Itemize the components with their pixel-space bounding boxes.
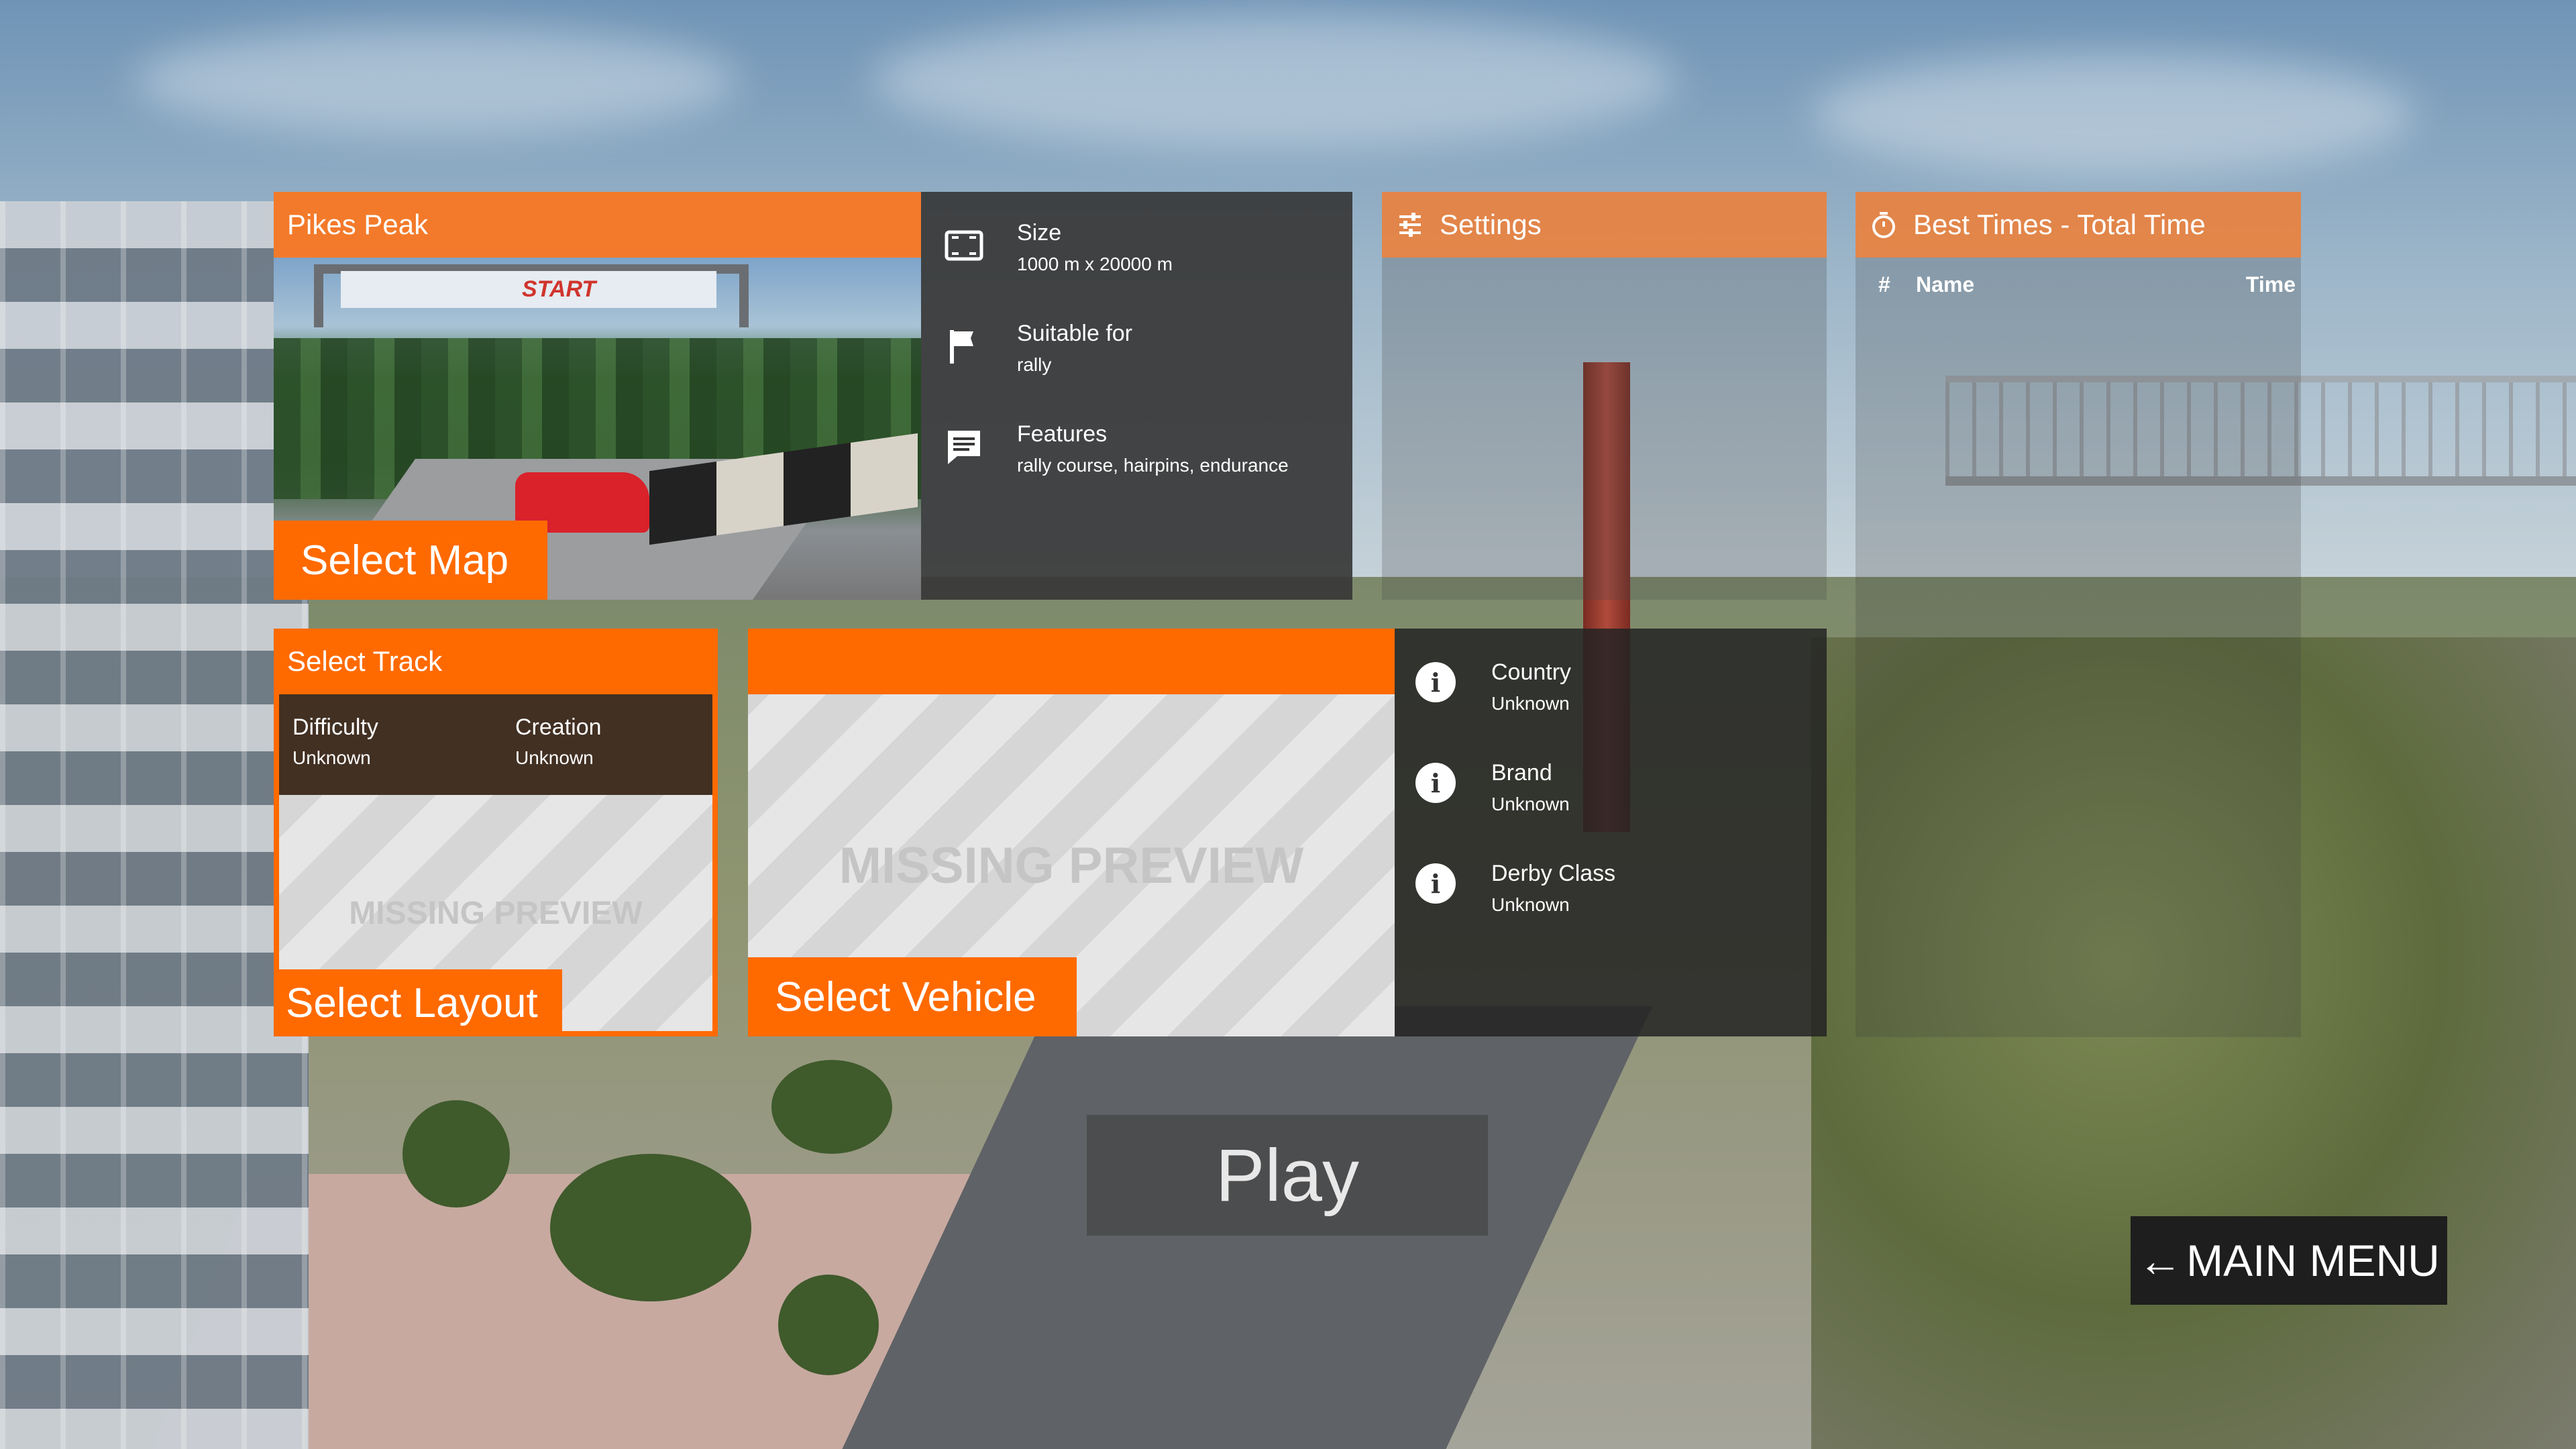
cloud xyxy=(872,13,1677,148)
info-icon: i xyxy=(1415,763,1456,803)
size-icon xyxy=(945,230,983,261)
settings-title: Settings xyxy=(1440,209,1542,240)
stopwatch-icon xyxy=(1869,210,1898,239)
creation-value: Unknown xyxy=(515,747,594,768)
size-row: Size 1000 m x 20000 m xyxy=(921,192,1352,292)
settings-panel[interactable]: Settings xyxy=(1382,192,1827,600)
settings-header[interactable]: Settings xyxy=(1382,192,1827,258)
select-layout-button[interactable]: Select Layout xyxy=(274,969,562,1036)
info-icon: i xyxy=(1415,863,1456,904)
country-label: Country xyxy=(1491,659,1572,685)
tree xyxy=(778,1275,879,1375)
tree xyxy=(550,1154,751,1301)
country-value: Unknown xyxy=(1491,693,1570,714)
map-title-bar: Pikes Peak xyxy=(274,192,921,258)
difficulty-label: Difficulty xyxy=(292,714,378,740)
info-icon: i xyxy=(1415,662,1456,702)
best-times-panel: Best Times - Total Time # Name Time xyxy=(1856,192,2301,1037)
column-name: Name xyxy=(1916,272,1975,297)
building-windows xyxy=(0,201,309,1449)
cloud xyxy=(134,27,738,134)
difficulty-field: Difficulty Unknown xyxy=(292,714,378,769)
track-meta: Difficulty Unknown Creation Unknown xyxy=(279,694,712,795)
best-times-table-header: # Name Time xyxy=(1856,266,2301,306)
cloud xyxy=(1811,54,2415,174)
play-button[interactable]: Play xyxy=(1087,1115,1488,1236)
arrow-left-icon: ← xyxy=(2138,1236,2183,1285)
derby-class-value: Unknown xyxy=(1491,894,1570,915)
comment-icon xyxy=(948,431,980,464)
creation-label: Creation xyxy=(515,714,602,740)
flag-icon xyxy=(950,330,973,364)
features-value: rally course, hairpins, endurance xyxy=(1017,455,1289,476)
derby-class-row: i Derby Class Unknown xyxy=(1395,830,1827,930)
best-times-header: Best Times - Total Time xyxy=(1856,192,2301,258)
start-banner: START xyxy=(341,271,716,308)
vehicle-info-panel: i Country Unknown i Brand Unknown i Derb… xyxy=(1395,629,1827,1036)
features-row: Features rally course, hairpins, enduran… xyxy=(921,393,1352,494)
start-banner-text: START xyxy=(522,276,596,302)
suitable-value: rally xyxy=(1017,354,1052,375)
vehicle-header xyxy=(748,629,1395,694)
map-info-panel: Size 1000 m x 20000 m Suitable for rally… xyxy=(921,192,1352,600)
main-menu-label: MAIN MENU xyxy=(2186,1236,2440,1285)
map-title: Pikes Peak xyxy=(287,209,429,240)
derby-class-label: Derby Class xyxy=(1491,861,1616,886)
suitable-label: Suitable for xyxy=(1017,321,1132,346)
suitable-row: Suitable for rally xyxy=(921,292,1352,393)
track-card[interactable]: Select Track Difficulty Unknown Creation… xyxy=(274,629,718,1036)
track-header: Select Track xyxy=(274,629,718,694)
tree xyxy=(402,1100,510,1208)
best-times-title: Best Times - Total Time xyxy=(1913,209,2206,240)
creation-field: Creation Unknown xyxy=(515,714,602,769)
size-value: 1000 m x 20000 m xyxy=(1017,254,1173,274)
size-label: Size xyxy=(1017,220,1062,246)
brand-row: i Brand Unknown xyxy=(1395,729,1827,830)
main-menu-button[interactable]: ← MAIN MENU xyxy=(2131,1216,2447,1305)
tune-icon xyxy=(1395,210,1425,239)
country-row: i Country Unknown xyxy=(1395,629,1827,729)
column-time: Time xyxy=(2245,272,2296,297)
select-vehicle-button[interactable]: Select Vehicle xyxy=(748,957,1077,1036)
brand-label: Brand xyxy=(1491,760,1552,786)
column-rank: # xyxy=(1878,272,1890,297)
tree xyxy=(771,1060,892,1154)
difficulty-value: Unknown xyxy=(292,747,371,768)
track-title: Select Track xyxy=(287,645,443,677)
select-map-button[interactable]: Select Map xyxy=(274,521,547,600)
brand-value: Unknown xyxy=(1491,794,1570,814)
features-label: Features xyxy=(1017,421,1108,447)
map-card[interactable]: Pikes Peak START Select Map xyxy=(274,192,921,600)
vehicle-card[interactable]: MISSING PREVIEW Select Vehicle xyxy=(748,629,1395,1036)
